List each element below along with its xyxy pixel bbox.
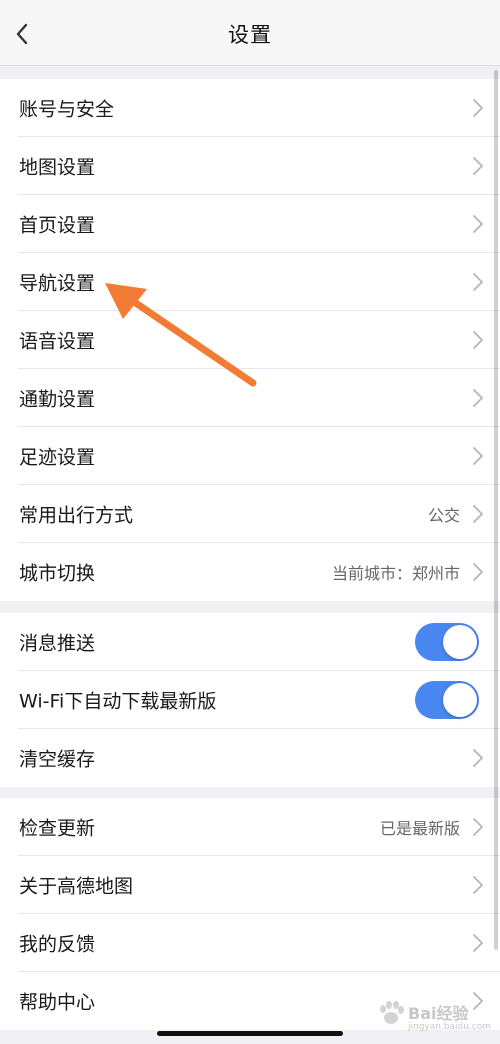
row-value: 当前城市：郑州市 xyxy=(331,564,460,583)
chevron-right-icon xyxy=(472,562,484,582)
wifi-auto-download-toggle[interactable] xyxy=(415,681,479,719)
settings-row-account-security[interactable]: 账号与安全 xyxy=(0,79,500,137)
settings-screen: 设置 账号与安全 地图设置 首页设置 导航设置 语音设置 通勤设置 足迹设置 常… xyxy=(0,0,500,1044)
row-label: 语音设置 xyxy=(19,330,96,353)
chevron-right-icon xyxy=(472,388,484,408)
settings-row-city-switch[interactable]: 城市切换 当前城市：郑州市 xyxy=(0,543,500,601)
row-label: 消息推送 xyxy=(19,632,96,655)
row-label: 导航设置 xyxy=(19,272,96,295)
watermark-brand: Bai经验 xyxy=(408,1004,469,1023)
toggle-knob xyxy=(443,683,477,717)
settings-row-wifi-auto-download: Wi-Fi下自动下载最新版 xyxy=(0,671,500,729)
chevron-right-icon xyxy=(472,446,484,466)
watermark-logo: Bai经验 jingyan.baidu.com xyxy=(374,994,491,1038)
row-label: 首页设置 xyxy=(19,214,96,237)
settings-row-footprint[interactable]: 足迹设置 xyxy=(0,427,500,485)
paw-icon xyxy=(380,1001,404,1024)
settings-group-download: 消息推送 Wi-Fi下自动下载最新版 清空缓存 xyxy=(0,613,500,787)
row-label: Wi-Fi下自动下载最新版 xyxy=(19,690,217,713)
settings-row-about[interactable]: 关于高德地图 xyxy=(0,856,500,914)
scrollbar[interactable] xyxy=(494,70,498,950)
toggle-knob xyxy=(443,625,477,659)
row-label: 清空缓存 xyxy=(19,748,96,771)
row-label: 通勤设置 xyxy=(19,388,96,411)
row-label: 关于高德地图 xyxy=(19,875,134,898)
settings-row-feedback[interactable]: 我的反馈 xyxy=(0,914,500,972)
chevron-right-icon xyxy=(472,156,484,176)
chevron-right-icon xyxy=(472,504,484,524)
watermark-url: jingyan.baidu.com xyxy=(408,1022,492,1032)
navigation-bar: 设置 xyxy=(0,0,500,66)
chevron-right-icon xyxy=(472,272,484,292)
settings-row-home[interactable]: 首页设置 xyxy=(0,195,500,253)
settings-row-check-update[interactable]: 检查更新 已是最新版 xyxy=(0,798,500,856)
settings-row-map[interactable]: 地图设置 xyxy=(0,137,500,195)
row-label: 检查更新 xyxy=(19,817,96,840)
settings-row-clear-cache[interactable]: 清空缓存 xyxy=(0,729,500,787)
chevron-right-icon xyxy=(472,748,484,768)
chevron-right-icon xyxy=(472,330,484,350)
row-label: 我的反馈 xyxy=(19,933,96,956)
chevron-right-icon xyxy=(472,214,484,234)
push-notifications-toggle[interactable] xyxy=(415,623,479,661)
settings-row-travel-mode[interactable]: 常用出行方式 公交 xyxy=(0,485,500,543)
home-indicator[interactable] xyxy=(157,1031,343,1036)
annotation-arrow-icon xyxy=(105,283,257,387)
chevron-right-icon xyxy=(472,817,484,837)
chevron-right-icon xyxy=(472,933,484,953)
row-label: 足迹设置 xyxy=(19,446,96,469)
row-label: 城市切换 xyxy=(19,562,96,585)
row-value: 已是最新版 xyxy=(379,819,460,838)
row-label: 地图设置 xyxy=(19,156,96,179)
chevron-right-icon xyxy=(472,98,484,118)
chevron-right-icon xyxy=(472,875,484,895)
page-title: 设置 xyxy=(228,23,272,47)
row-label: 账号与安全 xyxy=(19,98,115,121)
row-label: 帮助中心 xyxy=(19,991,96,1014)
settings-row-push-notifications: 消息推送 xyxy=(0,613,500,671)
row-label: 常用出行方式 xyxy=(19,504,134,527)
row-value: 公交 xyxy=(427,506,460,525)
